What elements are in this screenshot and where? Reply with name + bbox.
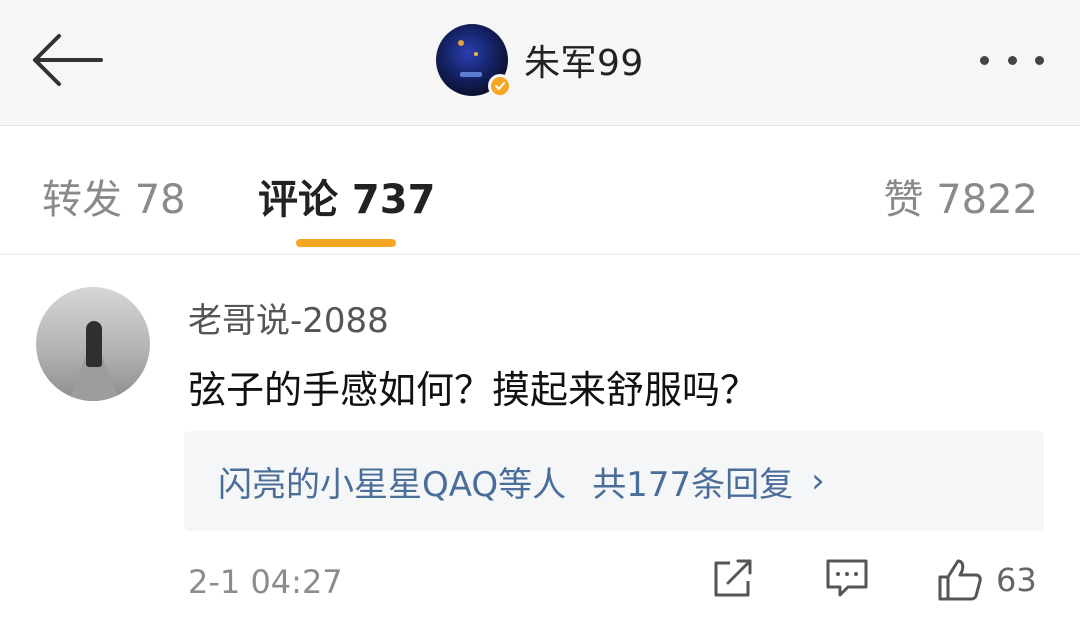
like-count: 63 xyxy=(996,561,1037,599)
author-name[interactable]: 朱军99 xyxy=(524,34,644,86)
tab-likes[interactable]: 赞 7822 xyxy=(883,167,1038,225)
comment-author[interactable]: 老哥说-2088 xyxy=(188,293,389,342)
tab-comments[interactable]: 评论 737 xyxy=(258,167,435,225)
more-dots-icon xyxy=(980,55,989,65)
comment-text: 弦子的手感如何？摸起来舒服吗？ xyxy=(188,368,759,412)
comment-item: 老哥说-2088 弦子的手感如何？摸起来舒服吗？ 闪亮的小星星QAQ等人 共17… xyxy=(0,257,1080,636)
verified-badge-icon xyxy=(488,74,512,98)
arrow-left-icon xyxy=(33,34,103,86)
reply-button[interactable] xyxy=(824,557,870,601)
more-button[interactable] xyxy=(972,40,1052,80)
like-button[interactable]: 63 xyxy=(936,557,1037,603)
avatar[interactable] xyxy=(36,287,150,401)
share-icon xyxy=(714,559,752,597)
comment-timestamp: 2-1 04:27 xyxy=(188,563,343,601)
back-button[interactable] xyxy=(28,28,106,92)
avatar[interactable] xyxy=(436,24,512,98)
reply-count[interactable]: 共177条回复 xyxy=(592,457,793,506)
active-tab-indicator xyxy=(296,239,396,247)
chevron-right-icon: › xyxy=(811,461,825,501)
reply-icon xyxy=(826,559,868,597)
reply-users[interactable]: 闪亮的小星星QAQ等人 xyxy=(218,457,566,506)
tab-repost[interactable]: 转发 78 xyxy=(42,167,186,225)
post-author[interactable]: 朱军99 xyxy=(436,24,644,98)
share-button[interactable] xyxy=(710,557,756,601)
top-nav-bar: 朱军99 xyxy=(0,0,1080,126)
tab-bar: 转发 78 评论 737 赞 7822 xyxy=(0,127,1080,255)
like-icon xyxy=(938,559,982,601)
replies-preview[interactable]: 闪亮的小星星QAQ等人 共177条回复 › xyxy=(184,431,1044,531)
